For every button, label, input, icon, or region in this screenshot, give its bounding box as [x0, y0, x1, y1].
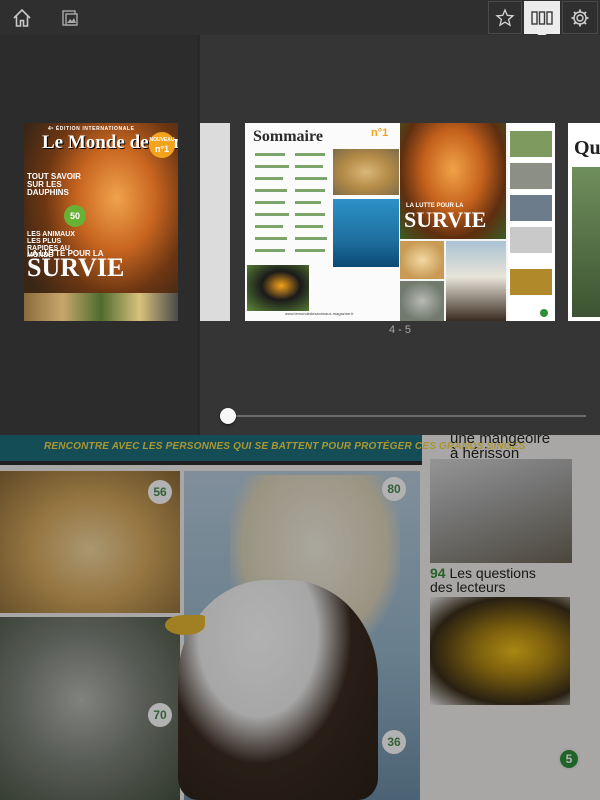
- spread-right-page: LA LUTTE POUR LA SURVIE: [400, 123, 555, 321]
- toucan-photo: [247, 265, 309, 311]
- settings-button[interactable]: [562, 1, 598, 34]
- pages-view-button[interactable]: [524, 1, 560, 34]
- dog-photo-small: [400, 241, 444, 279]
- spread-headline-survie: SURVIE: [404, 207, 487, 232]
- issue-number: n°1: [371, 127, 389, 139]
- cover-nouveau-badge: NOUVEAU n°1: [149, 132, 175, 158]
- page-thumbnail-panel: 4ᵉ ÉDITION INTERNATIONALE Le Monde des A…: [0, 35, 600, 435]
- gallery-icon: [62, 9, 78, 26]
- bookmark-button[interactable]: [488, 1, 522, 34]
- side-photo: [510, 227, 552, 253]
- page-slider-knob[interactable]: [220, 408, 236, 424]
- gallery-button[interactable]: [52, 0, 88, 35]
- toc-entry: [295, 153, 325, 156]
- toc-entry: [255, 237, 287, 240]
- toc-entry: [295, 177, 327, 180]
- top-toolbar: [0, 0, 600, 38]
- home-icon: [13, 8, 31, 27]
- cover-headline-survie: SURVIE: [27, 253, 125, 282]
- toc-entry: [255, 177, 283, 180]
- contents-title: Sommaire: [253, 128, 323, 145]
- star-icon: [495, 7, 515, 27]
- next-thumb-initial: Qu: [574, 137, 600, 159]
- next-thumb-photo: [572, 167, 600, 317]
- toc-entry: [255, 249, 285, 252]
- dim-overlay: [0, 435, 600, 800]
- toc-entry: [295, 189, 325, 192]
- side-photo: [510, 163, 552, 189]
- side-photo: [510, 195, 552, 221]
- toc-entry: [295, 165, 323, 168]
- toc-entry: [255, 225, 283, 228]
- koala-photo-small: [400, 281, 444, 321]
- toc-entry: [255, 153, 285, 156]
- toc-entry: [255, 189, 287, 192]
- toc-entry: [255, 201, 285, 204]
- side-photo: [510, 131, 552, 157]
- side-photo: [510, 269, 552, 295]
- toc-entry: [255, 165, 289, 168]
- cover-thumbnail[interactable]: 4ᵉ ÉDITION INTERNATIONALE Le Monde des A…: [24, 123, 178, 321]
- gear-icon: [571, 9, 589, 26]
- toc-entry: [295, 225, 323, 228]
- toc-entry: [295, 249, 325, 252]
- cheetah-photo: [333, 149, 399, 195]
- toc-entry: [295, 237, 327, 240]
- page-slider-track[interactable]: [228, 415, 586, 417]
- pages-grid-icon: [531, 10, 553, 25]
- next-spread-thumbnail[interactable]: Qu: [568, 123, 600, 321]
- magazine-url: www.lemondedesanimaux-magazine.fr: [285, 311, 354, 316]
- cover-photo-strip: [24, 293, 178, 321]
- toc-entry: [255, 213, 289, 216]
- toc-entry: [295, 201, 321, 204]
- badge-number: n°1: [154, 144, 170, 154]
- cover-headline-dolphins: TOUT SAVOIR SUR LES DAUPHINS: [27, 172, 81, 197]
- page-range-label: 4 - 5: [388, 324, 411, 336]
- page-badge-mini: [540, 309, 548, 317]
- cover-badge-50: 50: [64, 205, 86, 227]
- previous-spread-thumbnail[interactable]: [200, 123, 230, 321]
- eagle-photo-small: [446, 241, 506, 321]
- dolphin-photo: [333, 199, 399, 267]
- spread-left-page: Sommaire n°1 www.lemondedesanimaux-magaz…: [245, 123, 400, 321]
- toc-entry: [295, 213, 325, 216]
- spread-side-column: [508, 123, 555, 321]
- home-button[interactable]: [4, 0, 40, 35]
- spread-thumbnail-4-5[interactable]: Sommaire n°1 www.lemondedesanimaux-magaz…: [245, 123, 555, 321]
